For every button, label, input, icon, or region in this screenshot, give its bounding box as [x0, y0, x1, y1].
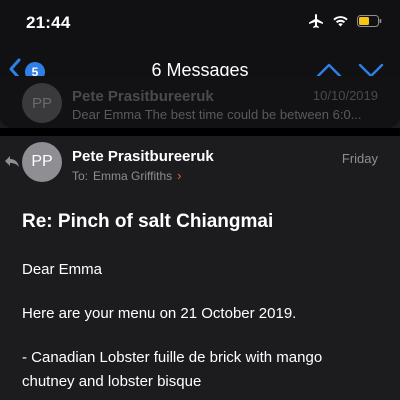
message-subject: Re: Pinch of salt Chiangmai — [22, 211, 274, 232]
recipients-row[interactable]: To: Emma Griffiths › — [72, 168, 181, 183]
sender-name[interactable]: Pete Prasitbureeruk — [72, 148, 214, 165]
airplane-icon — [308, 13, 324, 34]
to-label: To: — [72, 168, 89, 183]
previous-message-card[interactable]: PP Pete Prasitbureeruk 10/10/2019 Dear E… — [0, 76, 400, 128]
battery-icon — [357, 14, 382, 32]
body-line: chutney and lobster bisque — [22, 373, 202, 390]
divider — [0, 128, 400, 136]
body-line: Dear Emma — [22, 261, 103, 278]
body-line: - Canadian Lobster fuille de brick with … — [22, 349, 323, 366]
chevron-right-icon[interactable]: › — [177, 168, 181, 183]
status-icons — [308, 12, 382, 34]
previous-date: 10/10/2019 — [312, 88, 378, 103]
replied-icon — [4, 154, 20, 173]
message-date: Friday — [341, 151, 378, 166]
previous-sender: Pete Prasitbureeruk — [72, 88, 214, 105]
sender-avatar[interactable]: PP — [22, 142, 62, 182]
previous-snippet: Dear Emma The best time could be between… — [72, 107, 362, 122]
status-time: 21:44 — [26, 13, 71, 32]
avatar: PP — [22, 83, 62, 123]
body-line: Here are your menu on 21 October 2019. — [22, 305, 297, 322]
wifi-icon — [332, 14, 349, 33]
recipient-name[interactable]: Emma Griffiths — [93, 169, 172, 183]
